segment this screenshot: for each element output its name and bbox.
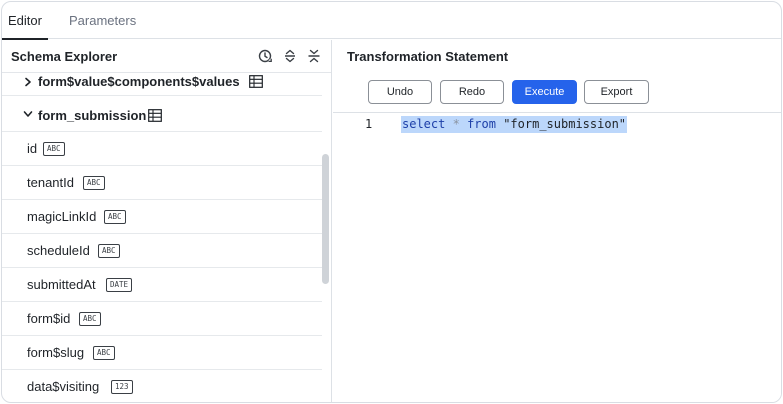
type-badge: ABC [98, 244, 120, 258]
schema-explorer-scrollbar[interactable] [322, 154, 329, 284]
undo-button[interactable]: Undo [368, 80, 432, 104]
tab-bar: Editor Parameters [2, 2, 781, 40]
field-name: data$visiting [27, 379, 100, 394]
chevron-down-icon[interactable] [23, 109, 33, 119]
code-keyword-select: select [402, 117, 446, 131]
type-badge: ABC [79, 312, 101, 326]
expand-all-icon[interactable] [282, 48, 298, 64]
field-name: submittedAt [27, 277, 96, 292]
collapse-all-icon[interactable] [306, 48, 322, 64]
chevron-right-icon[interactable] [23, 77, 33, 87]
type-badge: DATE [106, 278, 133, 292]
schema-explorer-title: Schema Explorer [11, 49, 118, 64]
tree-node-label: form$value$components$values [38, 74, 240, 89]
app-window: Editor Parameters Schema Explorer form$v… [1, 1, 782, 403]
tab-parameters[interactable]: Parameters [69, 2, 136, 39]
field-row-submittedat[interactable]: submittedAt DATE [2, 268, 322, 302]
type-badge: ABC [43, 142, 65, 156]
field-name: id [27, 141, 38, 156]
table-icon [249, 75, 263, 88]
schema-explorer-header: Schema Explorer [2, 40, 331, 73]
field-name: magicLinkId [27, 209, 97, 224]
schema-explorer-panel: Schema Explorer form$value$components$va… [2, 40, 332, 402]
field-row-tenantid[interactable]: tenantId ABC [2, 166, 322, 200]
execute-button[interactable]: Execute [512, 80, 577, 104]
history-icon[interactable] [257, 48, 273, 64]
field-row-id[interactable]: id ABC [2, 132, 322, 166]
table-icon [148, 109, 162, 122]
tree-node-form-submission[interactable]: form_submission [2, 97, 322, 132]
field-row-magiclinkid[interactable]: magicLinkId ABC [2, 200, 322, 234]
field-row-data-visiting[interactable]: data$visiting 123 [2, 370, 322, 402]
field-row-form-slug[interactable]: form$slug ABC [2, 336, 322, 370]
redo-button[interactable]: Redo [440, 80, 504, 104]
field-name: tenantId [27, 175, 74, 190]
export-button[interactable]: Export [584, 80, 649, 104]
field-row-scheduleid[interactable]: scheduleId ABC [2, 234, 322, 268]
field-name: scheduleId [27, 243, 90, 258]
code-keyword-from: from [467, 117, 496, 131]
field-name: form$id [27, 311, 71, 326]
code-operator-star: * [452, 117, 460, 131]
transformation-panel: Transformation Statement Undo Redo Execu… [333, 40, 781, 402]
type-badge: ABC [93, 346, 115, 360]
tree-node-label: form_submission [38, 108, 147, 123]
sql-editor[interactable]: 1 select * from "form_submission" [333, 113, 781, 402]
line-number: 1 [365, 117, 373, 131]
field-name: form$slug [27, 345, 85, 360]
type-badge: ABC [104, 210, 126, 224]
field-row-form-id[interactable]: form$id ABC [2, 302, 322, 336]
code-table-identifier: "form_submission" [503, 117, 627, 131]
tree-node-form-value-components-values[interactable]: form$value$components$values [2, 73, 322, 96]
code-line[interactable]: select * from "form_submission" [401, 116, 628, 133]
type-badge: 123 [111, 380, 133, 394]
transformation-title: Transformation Statement [347, 49, 509, 64]
type-badge: ABC [83, 176, 105, 190]
tab-editor[interactable]: Editor [2, 2, 48, 40]
